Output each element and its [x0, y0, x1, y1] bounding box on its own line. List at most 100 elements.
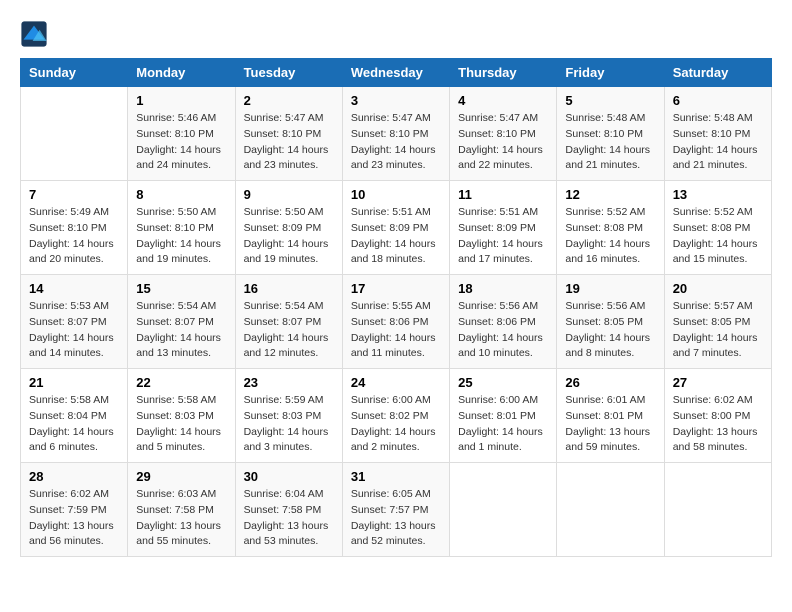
day-info: Sunrise: 5:54 AM Sunset: 8:07 PM Dayligh… [244, 299, 334, 362]
day-number: 20 [673, 281, 763, 296]
day-number: 17 [351, 281, 441, 296]
calendar-cell: 25 Sunrise: 6:00 AM Sunset: 8:01 PM Dayli… [450, 369, 557, 463]
day-info: Sunrise: 5:51 AM Sunset: 8:09 PM Dayligh… [351, 205, 441, 268]
calendar-week-5: 28 Sunrise: 6:02 AM Sunset: 7:59 PM Dayli… [21, 463, 772, 557]
calendar-cell: 20 Sunrise: 5:57 AM Sunset: 8:05 PM Dayli… [664, 275, 771, 369]
page-header [20, 20, 772, 48]
day-number: 9 [244, 187, 334, 202]
day-number: 30 [244, 469, 334, 484]
calendar-week-3: 14 Sunrise: 5:53 AM Sunset: 8:07 PM Dayli… [21, 275, 772, 369]
day-info: Sunrise: 5:47 AM Sunset: 8:10 PM Dayligh… [244, 111, 334, 174]
calendar-cell: 23 Sunrise: 5:59 AM Sunset: 8:03 PM Dayli… [235, 369, 342, 463]
day-info: Sunrise: 5:53 AM Sunset: 8:07 PM Dayligh… [29, 299, 119, 362]
day-number: 13 [673, 187, 763, 202]
calendar-week-4: 21Sunrise: 5:58 AM Sunset: 8:04 PM Dayli… [21, 369, 772, 463]
calendar-header-row: SundayMondayTuesdayWednesdayThursdayFrid… [21, 59, 772, 87]
day-info: Sunrise: 5:49 AM Sunset: 8:10 PM Dayligh… [29, 205, 119, 268]
calendar-cell: 2 Sunrise: 5:47 AM Sunset: 8:10 PM Daylig… [235, 87, 342, 181]
day-number: 12 [565, 187, 655, 202]
day-number: 23 [244, 375, 334, 390]
day-number: 19 [565, 281, 655, 296]
day-info: Sunrise: 5:54 AM Sunset: 8:07 PM Dayligh… [136, 299, 226, 362]
day-number: 25 [458, 375, 548, 390]
day-info: Sunrise: 5:58 AM Sunset: 8:03 PM Dayligh… [136, 393, 226, 456]
calendar-cell: 26 Sunrise: 6:01 AM Sunset: 8:01 PM Dayli… [557, 369, 664, 463]
day-info: Sunrise: 5:46 AM Sunset: 8:10 PM Dayligh… [136, 111, 226, 174]
day-number: 24 [351, 375, 441, 390]
day-info: Sunrise: 6:05 AM Sunset: 7:57 PM Dayligh… [351, 487, 441, 550]
header-thursday: Thursday [450, 59, 557, 87]
calendar-cell: 3 Sunrise: 5:47 AM Sunset: 8:10 PM Daylig… [342, 87, 449, 181]
day-number: 31 [351, 469, 441, 484]
calendar-cell: 29Sunrise: 6:03 AM Sunset: 7:58 PM Dayli… [128, 463, 235, 557]
calendar-cell: 7 Sunrise: 5:49 AM Sunset: 8:10 PM Daylig… [21, 181, 128, 275]
day-info: Sunrise: 5:47 AM Sunset: 8:10 PM Dayligh… [458, 111, 548, 174]
day-info: Sunrise: 5:47 AM Sunset: 8:10 PM Dayligh… [351, 111, 441, 174]
day-number: 3 [351, 93, 441, 108]
day-info: Sunrise: 5:58 AM Sunset: 8:04 PM Dayligh… [29, 393, 119, 456]
header-tuesday: Tuesday [235, 59, 342, 87]
calendar-cell: 22 Sunrise: 5:58 AM Sunset: 8:03 PM Dayli… [128, 369, 235, 463]
calendar-cell: 28 Sunrise: 6:02 AM Sunset: 7:59 PM Dayli… [21, 463, 128, 557]
calendar-table: SundayMondayTuesdayWednesdayThursdayFrid… [20, 58, 772, 557]
day-number: 4 [458, 93, 548, 108]
day-info: Sunrise: 5:56 AM Sunset: 8:05 PM Dayligh… [565, 299, 655, 362]
day-number: 29 [136, 469, 226, 484]
calendar-cell [450, 463, 557, 557]
logo-icon [20, 20, 48, 48]
calendar-cell: 12Sunrise: 5:52 AM Sunset: 8:08 PM Dayli… [557, 181, 664, 275]
day-info: Sunrise: 5:57 AM Sunset: 8:05 PM Dayligh… [673, 299, 763, 362]
day-info: Sunrise: 5:50 AM Sunset: 8:09 PM Dayligh… [244, 205, 334, 268]
calendar-cell: 13 Sunrise: 5:52 AM Sunset: 8:08 PM Dayli… [664, 181, 771, 275]
calendar-cell: 8Sunrise: 5:50 AM Sunset: 8:10 PM Daylig… [128, 181, 235, 275]
header-saturday: Saturday [664, 59, 771, 87]
logo [20, 20, 52, 48]
header-monday: Monday [128, 59, 235, 87]
calendar-cell [557, 463, 664, 557]
day-number: 14 [29, 281, 119, 296]
day-info: Sunrise: 6:01 AM Sunset: 8:01 PM Dayligh… [565, 393, 655, 456]
day-number: 18 [458, 281, 548, 296]
day-info: Sunrise: 6:02 AM Sunset: 7:59 PM Dayligh… [29, 487, 119, 550]
calendar-cell: 4 Sunrise: 5:47 AM Sunset: 8:10 PM Daylig… [450, 87, 557, 181]
day-info: Sunrise: 5:55 AM Sunset: 8:06 PM Dayligh… [351, 299, 441, 362]
day-number: 27 [673, 375, 763, 390]
calendar-cell: 27Sunrise: 6:02 AM Sunset: 8:00 PM Dayli… [664, 369, 771, 463]
day-number: 16 [244, 281, 334, 296]
day-number: 26 [565, 375, 655, 390]
day-info: Sunrise: 5:50 AM Sunset: 8:10 PM Dayligh… [136, 205, 226, 268]
day-number: 28 [29, 469, 119, 484]
day-number: 7 [29, 187, 119, 202]
calendar-cell: 1 Sunrise: 5:46 AM Sunset: 8:10 PM Daylig… [128, 87, 235, 181]
day-info: Sunrise: 5:52 AM Sunset: 8:08 PM Dayligh… [673, 205, 763, 268]
day-info: Sunrise: 5:48 AM Sunset: 8:10 PM Dayligh… [565, 111, 655, 174]
header-friday: Friday [557, 59, 664, 87]
calendar-cell: 24 Sunrise: 6:00 AM Sunset: 8:02 PM Dayli… [342, 369, 449, 463]
calendar-week-1: 1 Sunrise: 5:46 AM Sunset: 8:10 PM Daylig… [21, 87, 772, 181]
header-wednesday: Wednesday [342, 59, 449, 87]
day-number: 2 [244, 93, 334, 108]
calendar-cell: 5 Sunrise: 5:48 AM Sunset: 8:10 PM Daylig… [557, 87, 664, 181]
calendar-cell: 31 Sunrise: 6:05 AM Sunset: 7:57 PM Dayli… [342, 463, 449, 557]
calendar-cell: 11Sunrise: 5:51 AM Sunset: 8:09 PM Dayli… [450, 181, 557, 275]
day-info: Sunrise: 6:04 AM Sunset: 7:58 PM Dayligh… [244, 487, 334, 550]
calendar-cell: 30 Sunrise: 6:04 AM Sunset: 7:58 PM Dayli… [235, 463, 342, 557]
calendar-cell: 6Sunrise: 5:48 AM Sunset: 8:10 PM Daylig… [664, 87, 771, 181]
day-number: 5 [565, 93, 655, 108]
day-number: 1 [136, 93, 226, 108]
day-number: 6 [673, 93, 763, 108]
day-number: 11 [458, 187, 548, 202]
calendar-cell: 14 Sunrise: 5:53 AM Sunset: 8:07 PM Dayli… [21, 275, 128, 369]
calendar-cell: 10 Sunrise: 5:51 AM Sunset: 8:09 PM Dayli… [342, 181, 449, 275]
calendar-cell: 21Sunrise: 5:58 AM Sunset: 8:04 PM Dayli… [21, 369, 128, 463]
day-info: Sunrise: 6:00 AM Sunset: 8:02 PM Dayligh… [351, 393, 441, 456]
day-number: 15 [136, 281, 226, 296]
header-sunday: Sunday [21, 59, 128, 87]
calendar-week-2: 7 Sunrise: 5:49 AM Sunset: 8:10 PM Daylig… [21, 181, 772, 275]
day-info: Sunrise: 5:59 AM Sunset: 8:03 PM Dayligh… [244, 393, 334, 456]
calendar-cell: 19 Sunrise: 5:56 AM Sunset: 8:05 PM Dayli… [557, 275, 664, 369]
calendar-cell: 17 Sunrise: 5:55 AM Sunset: 8:06 PM Dayli… [342, 275, 449, 369]
day-number: 10 [351, 187, 441, 202]
day-info: Sunrise: 6:00 AM Sunset: 8:01 PM Dayligh… [458, 393, 548, 456]
day-number: 22 [136, 375, 226, 390]
